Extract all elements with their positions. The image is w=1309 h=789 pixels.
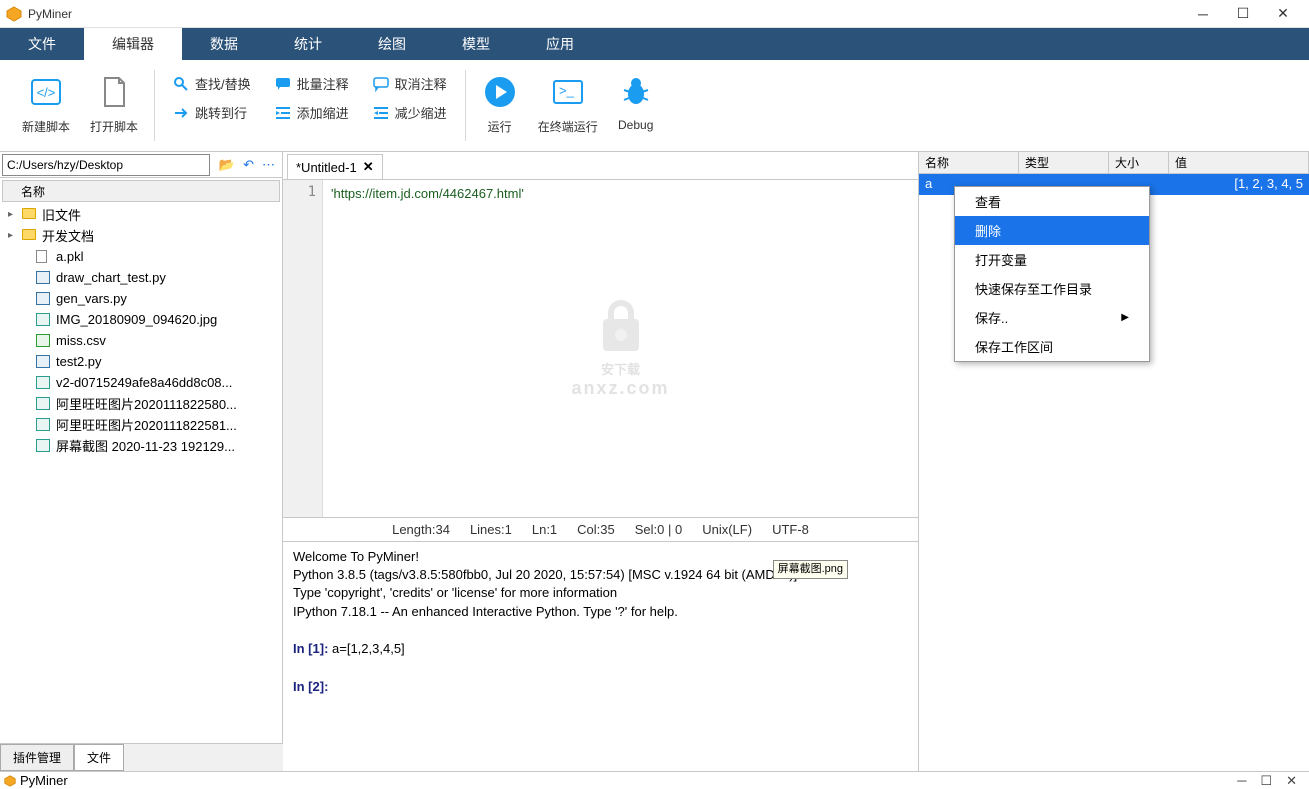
menu-tab-editor[interactable]: 编辑器 — [84, 28, 182, 60]
file-item[interactable]: test2.py — [4, 351, 278, 372]
goto-icon — [173, 105, 189, 121]
taskbar-close[interactable]: ✕ — [1286, 773, 1297, 789]
code-text: 'https://item.jd.com/4462467.html' 安下载 a… — [323, 180, 918, 517]
find-replace-button[interactable]: 查找/替换 — [173, 74, 251, 93]
var-table-header: 名称 类型 大小 值 — [919, 152, 1309, 174]
menu-tab-plot[interactable]: 绘图 — [350, 28, 434, 60]
open-script-button[interactable]: 打开脚本 — [80, 66, 148, 145]
app-title: PyMiner — [28, 7, 1183, 21]
menu-tab-data[interactable]: 数据 — [182, 28, 266, 60]
editor-tab-label: *Untitled-1 — [296, 160, 357, 175]
indent-icon — [275, 105, 291, 121]
file-item[interactable]: miss.csv — [4, 330, 278, 351]
editor-status-bar: Length:34 Lines:1 Ln:1 Col:35 Sel:0 | 0 … — [283, 517, 918, 541]
status-lines: Lines:1 — [470, 522, 512, 537]
new-script-button[interactable]: </> 新建脚本 — [12, 66, 80, 145]
file-item[interactable]: gen_vars.py — [4, 288, 278, 309]
menu-tab-stat[interactable]: 统计 — [266, 28, 350, 60]
close-tab-icon[interactable]: ✕ — [363, 159, 374, 175]
context-menu: 查看删除打开变量快速保存至工作目录保存..▶保存工作区间 — [954, 186, 1150, 362]
file-item[interactable]: ▸旧文件 — [4, 204, 278, 225]
close-button[interactable]: ✕ — [1263, 1, 1303, 27]
file-icon — [96, 74, 132, 110]
file-item[interactable]: 阿里旺旺图片2020111822581... — [4, 414, 278, 435]
taskbar-maximize[interactable]: ☐ — [1260, 773, 1272, 789]
svg-text:>_: >_ — [559, 83, 575, 98]
ctx-item[interactable]: 保存工作区间 — [955, 332, 1149, 361]
file-item[interactable]: ▸开发文档 — [4, 225, 278, 246]
menu-tab-app[interactable]: 应用 — [518, 28, 602, 60]
path-input[interactable] — [2, 154, 210, 176]
console-in1: In [1]: a=[1,2,3,4,5] — [293, 640, 908, 658]
ctx-item[interactable]: 快速保存至工作目录 — [955, 274, 1149, 303]
console-in2: In [2]: — [293, 678, 908, 696]
run-terminal-button[interactable]: >_ 在终端运行 — [528, 66, 608, 145]
left-bottom-tabs: 插件管理 文件 — [0, 743, 283, 771]
taskbar: PyMiner ─ ☐ ✕ — [0, 771, 1309, 789]
file-item[interactable]: 屏幕截图 2020-11-23 192129... — [4, 435, 278, 456]
editor-tabs: *Untitled-1 ✕ — [283, 152, 918, 180]
search-icon — [173, 76, 189, 92]
status-eol: Unix(LF) — [702, 522, 752, 537]
console[interactable]: 屏幕截图.png Welcome To PyMiner! Python 3.8.… — [283, 541, 918, 771]
status-length: Length:34 — [392, 522, 450, 537]
open-folder-icon[interactable]: 📂 — [216, 157, 238, 173]
ribbon: </> 新建脚本 打开脚本 查找/替换 跳转到行 批量注释 添加缩进 — [0, 60, 1309, 152]
svg-text:</>: </> — [37, 85, 56, 100]
file-tree: ▸旧文件▸开发文档a.pkldraw_chart_test.pygen_vars… — [0, 202, 282, 743]
code-editor[interactable]: 1 'https://item.jd.com/4462467.html' 安下载… — [283, 180, 918, 517]
menu-tab-model[interactable]: 模型 — [434, 28, 518, 60]
taskbar-title: PyMiner — [20, 773, 68, 788]
outdent-icon — [373, 105, 389, 121]
status-col: Col:35 — [577, 522, 615, 537]
terminal-icon: >_ — [550, 74, 586, 110]
play-icon — [482, 74, 518, 110]
file-item[interactable]: v2-d0715249afe8a46dd8c08... — [4, 372, 278, 393]
watermark: 安下载 anxz.com — [571, 299, 669, 399]
file-item[interactable]: draw_chart_test.py — [4, 267, 278, 288]
code-icon: </> — [28, 74, 64, 110]
bug-icon — [618, 74, 654, 110]
status-sel: Sel:0 | 0 — [635, 522, 682, 537]
status-ln: Ln:1 — [532, 522, 557, 537]
editor-tab[interactable]: *Untitled-1 ✕ — [287, 154, 383, 179]
ctx-item[interactable]: 删除 — [955, 216, 1149, 245]
titlebar: PyMiner ─ ☐ ✕ — [0, 0, 1309, 28]
run-button[interactable]: 运行 — [472, 66, 528, 145]
debug-button[interactable]: Debug — [608, 66, 664, 145]
tab-plugin-manager[interactable]: 插件管理 — [0, 744, 74, 771]
more-icon[interactable]: ⋯ — [259, 157, 278, 173]
file-explorer: 📂 ↶ ⋯ 名称 ▸旧文件▸开发文档a.pkldraw_chart_test.p… — [0, 152, 283, 743]
uncomment-icon — [373, 76, 389, 92]
indent-button[interactable]: 添加缩进 — [275, 103, 349, 122]
ctx-item[interactable]: 保存..▶ — [955, 303, 1149, 332]
maximize-button[interactable]: ☐ — [1223, 1, 1263, 27]
menu-tab-file[interactable]: 文件 — [0, 28, 84, 60]
file-item[interactable]: 阿里旺旺图片2020111822580... — [4, 393, 278, 414]
undo-icon[interactable]: ↶ — [240, 157, 257, 173]
minimize-button[interactable]: ─ — [1183, 1, 1223, 27]
tooltip: 屏幕截图.png — [773, 560, 848, 579]
goto-line-button[interactable]: 跳转到行 — [173, 103, 251, 122]
file-item[interactable]: IMG_20180909_094620.jpg — [4, 309, 278, 330]
uncomment-button[interactable]: 取消注释 — [373, 74, 447, 93]
comment-button[interactable]: 批量注释 — [275, 74, 349, 93]
center-panel: *Untitled-1 ✕ 1 'https://item.jd.com/446… — [283, 152, 918, 771]
comment-icon — [275, 76, 291, 92]
outdent-button[interactable]: 减少缩进 — [373, 103, 447, 122]
tab-files[interactable]: 文件 — [74, 744, 124, 771]
file-item[interactable]: a.pkl — [4, 246, 278, 267]
ctx-item[interactable]: 查看 — [955, 187, 1149, 216]
taskbar-minimize[interactable]: ─ — [1237, 773, 1246, 789]
app-icon — [6, 6, 22, 22]
ctx-item[interactable]: 打开变量 — [955, 245, 1149, 274]
taskbar-app-icon — [4, 775, 16, 787]
file-tree-header[interactable]: 名称 — [2, 180, 280, 202]
menubar: 文件 编辑器 数据 统计 绘图 模型 应用 — [0, 28, 1309, 60]
status-enc: UTF-8 — [772, 522, 809, 537]
line-gutter: 1 — [283, 180, 323, 517]
